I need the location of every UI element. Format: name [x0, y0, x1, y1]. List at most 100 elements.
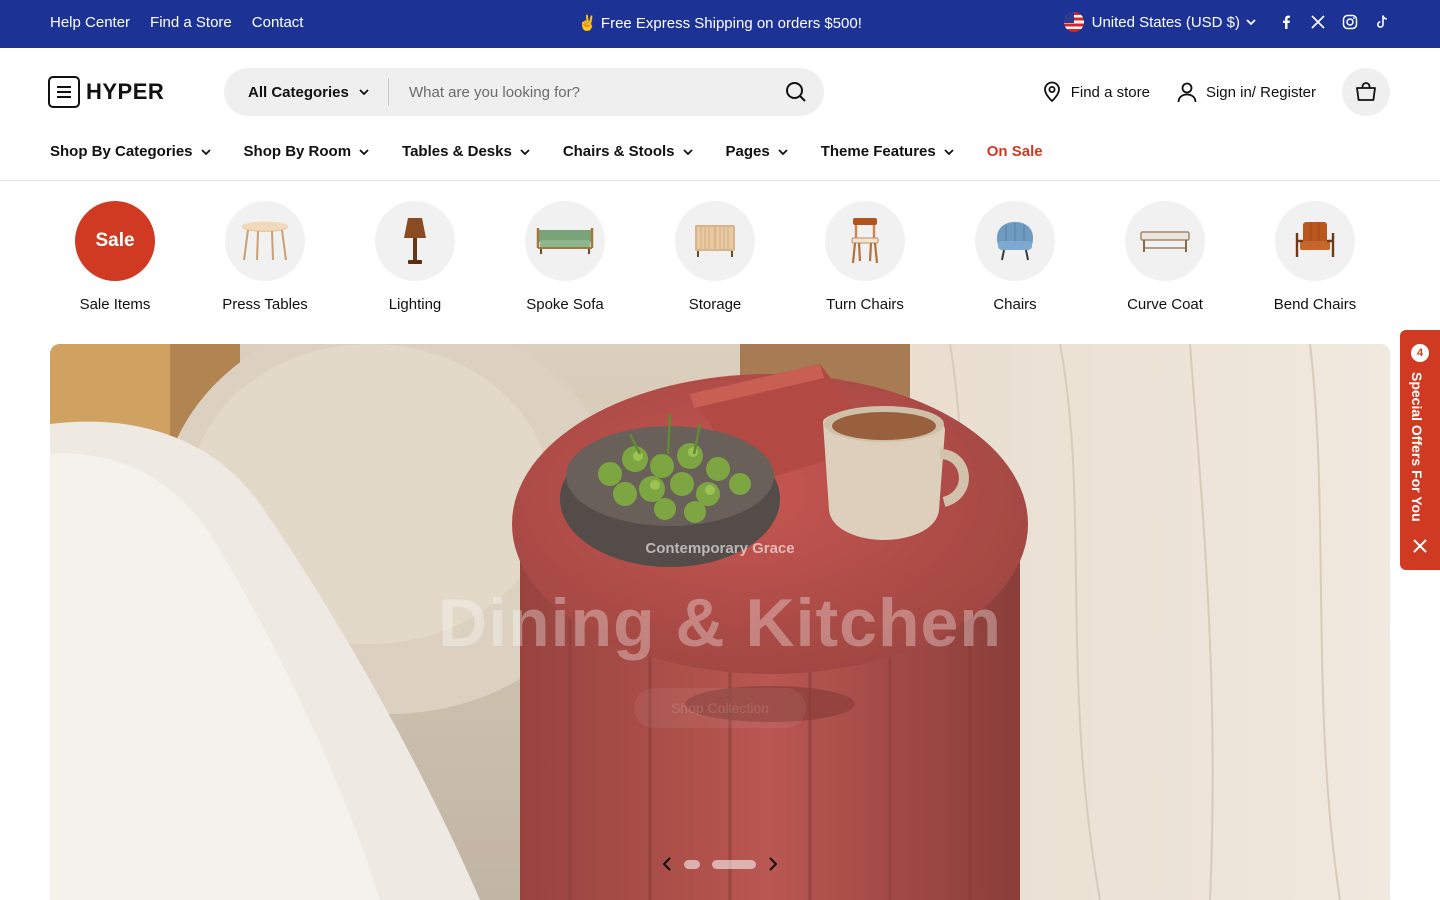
find-a-store-link[interactable]: Find a Store — [150, 14, 232, 31]
social-links — [1278, 14, 1390, 30]
slider-dot[interactable] — [684, 859, 700, 869]
search-bar: All Categories — [224, 68, 824, 116]
category-carousel: Sale Sale Items Press Tables Lighting Sp… — [40, 201, 1390, 313]
special-offers-tab[interactable]: 4 Special Offers For You — [1400, 330, 1440, 570]
chevron-down-icon — [520, 148, 530, 155]
search-input[interactable] — [389, 68, 768, 116]
chevron-down-icon — [1246, 19, 1256, 25]
category-curve-coat[interactable]: Curve Coat — [1090, 201, 1240, 313]
category-thumb — [375, 201, 455, 281]
offers-count-badge: 4 — [1411, 344, 1429, 362]
us-flag-icon — [1063, 12, 1084, 32]
hero-slideshow: Contemporary Grace Dining & Kitchen Shop… — [50, 344, 1390, 900]
category-chairs[interactable]: Chairs — [940, 201, 1090, 313]
location-pin-icon — [1043, 81, 1060, 103]
chair-icon — [851, 218, 879, 264]
find-store-link[interactable]: Find a store — [1041, 81, 1150, 103]
currency-label: United States (USD $) — [1091, 13, 1240, 31]
hero-cta-button[interactable]: Shop Collection — [634, 688, 806, 728]
bench-icon — [1140, 231, 1190, 252]
category-thumb — [975, 201, 1055, 281]
nav-chairs-stools[interactable]: Chairs & Stools — [563, 143, 693, 160]
hero-headline: Dining & Kitchen — [438, 585, 1002, 661]
nav-label: Chairs & Stools — [562, 143, 675, 160]
instagram-icon[interactable] — [1342, 14, 1358, 30]
category-press-tables[interactable]: Press Tables — [190, 201, 340, 313]
category-bend-chairs[interactable]: Bend Chairs — [1240, 201, 1390, 313]
chevron-down-icon — [200, 148, 211, 155]
nav-label: Shop By Categories — [50, 143, 193, 160]
chevron-down-icon — [359, 148, 369, 155]
logo-text: HYPER — [86, 79, 165, 104]
site-header: HYPER All Categories Find a store Sign i… — [0, 48, 1440, 136]
category-label: Spoke Sofa — [526, 296, 604, 313]
category-label: Lighting — [388, 296, 442, 313]
nav-on-sale[interactable]: On Sale — [987, 143, 1043, 160]
tiktok-icon[interactable] — [1374, 14, 1390, 30]
announcement-bar: Help Center Find a Store Contact ✌️ Free… — [0, 0, 1440, 48]
account-label: Sign in/ Register — [1205, 83, 1316, 101]
chevron-down-icon — [778, 148, 788, 155]
category-label: Storage — [688, 296, 742, 313]
category-thumb — [1125, 201, 1205, 281]
nav-tables-desks[interactable]: Tables & Desks — [402, 143, 530, 160]
topbar-right: United States (USD $) — [1063, 12, 1390, 32]
x-icon[interactable] — [1310, 14, 1326, 30]
nav-pages[interactable]: Pages — [726, 143, 788, 160]
search-button[interactable] — [768, 68, 824, 116]
slider-dot-active[interactable] — [712, 859, 756, 869]
cart-button[interactable] — [1342, 68, 1390, 116]
help-center-link[interactable]: Help Center — [50, 14, 130, 31]
promo-text: ✌️ Free Express Shipping on orders $500! — [578, 15, 862, 32]
utility-links: Help Center Find a Store Contact — [50, 14, 303, 31]
header-actions: Find a store Sign in/ Register — [1041, 68, 1390, 116]
nav-theme-features[interactable]: Theme Features — [821, 143, 954, 160]
category-label: Turn Chairs — [826, 296, 904, 313]
category-storage[interactable]: Storage — [640, 201, 790, 313]
menu-box-icon — [48, 76, 80, 108]
category-sale-items[interactable]: Sale Sale Items — [40, 201, 190, 313]
category-spoke-sofa[interactable]: Spoke Sofa — [490, 201, 640, 313]
find-store-label: Find a store — [1070, 83, 1150, 101]
slider-prev-button[interactable] — [662, 856, 672, 872]
slider-controls — [650, 852, 790, 876]
slider-next-button[interactable] — [768, 856, 778, 872]
close-icon[interactable] — [1412, 538, 1428, 554]
account-link[interactable]: Sign in/ Register — [1176, 81, 1316, 103]
category-select-label: All Categories — [248, 83, 349, 101]
chevron-down-icon — [944, 148, 954, 155]
category-label: Curve Coat — [1127, 296, 1203, 313]
category-label: Bend Chairs — [1273, 296, 1357, 313]
chevron-down-icon — [359, 89, 369, 95]
category-lighting[interactable]: Lighting — [340, 201, 490, 313]
chevron-down-icon — [682, 148, 693, 155]
category-label: Press Tables — [222, 296, 308, 313]
sale-badge: Sale — [75, 201, 155, 281]
nav-shop-by-room[interactable]: Shop By Room — [244, 143, 370, 160]
logo[interactable]: HYPER — [48, 76, 164, 108]
search-icon — [786, 82, 806, 102]
nav-label: On Sale — [986, 143, 1043, 160]
category-select[interactable]: All Categories — [224, 68, 388, 116]
category-turn-chairs[interactable]: Turn Chairs — [790, 201, 940, 313]
contact-link[interactable]: Contact — [252, 14, 304, 31]
category-label: Sale Items — [79, 296, 151, 313]
facebook-icon[interactable] — [1278, 14, 1294, 30]
chevron-left-icon — [662, 857, 671, 871]
lounge-chair-icon — [1295, 222, 1335, 257]
category-thumb — [1275, 201, 1355, 281]
nav-label: Tables & Desks — [402, 143, 512, 160]
category-thumb — [225, 201, 305, 281]
main-navigation: Shop By Categories Shop By Room Tables &… — [0, 136, 1440, 181]
category-thumb — [525, 201, 605, 281]
cabinet-icon — [695, 225, 735, 257]
armchair-icon — [996, 222, 1034, 261]
nav-label: Pages — [725, 143, 770, 160]
nav-label: Shop By Room — [243, 143, 352, 160]
offers-label: Special Offers For You — [1409, 372, 1425, 522]
nav-label: Theme Features — [820, 143, 936, 160]
nav-shop-by-categories[interactable]: Shop By Categories — [50, 143, 211, 160]
shopping-bag-icon — [1356, 82, 1376, 101]
currency-selector[interactable]: United States (USD $) — [1063, 12, 1256, 32]
hero-eyebrow: Contemporary Grace — [645, 540, 795, 557]
